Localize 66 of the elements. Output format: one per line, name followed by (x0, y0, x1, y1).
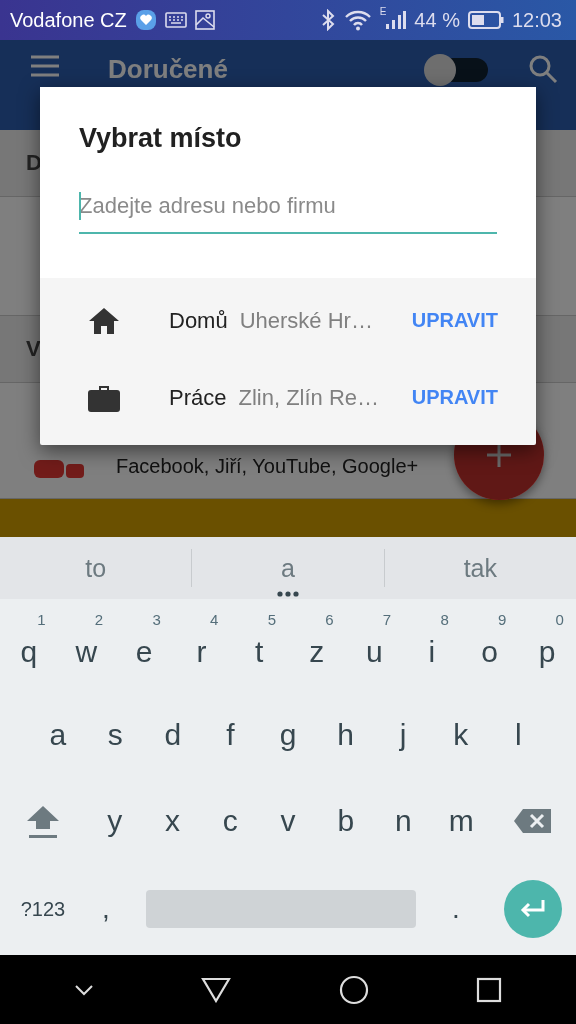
key[interactable]: m (432, 779, 491, 863)
suggestion[interactable]: to (0, 537, 192, 599)
key[interactable]: 1 q (0, 599, 58, 691)
key[interactable]: k (431, 691, 490, 779)
home-button-icon[interactable] (338, 974, 369, 1005)
signal-icon (384, 9, 407, 31)
keyboard-icon (164, 12, 187, 28)
section-letter: V (26, 336, 41, 362)
key[interactable]: n (374, 779, 433, 863)
key[interactable]: a (29, 691, 87, 779)
shift-icon (25, 803, 61, 839)
enter-icon (519, 898, 547, 920)
dialog-title: Vybrat místo (79, 123, 243, 154)
key[interactable]: b (316, 779, 375, 863)
briefcase-icon (88, 383, 120, 412)
suggestion[interactable]: tak (384, 537, 576, 599)
network-type: E (379, 6, 387, 17)
key[interactable]: c (201, 779, 260, 863)
key[interactable]: 0 p (518, 599, 576, 691)
key[interactable]: 4 r (172, 599, 231, 691)
back-icon[interactable] (201, 976, 232, 1003)
key[interactable]: 8 i (403, 599, 461, 691)
key[interactable]: 5 t (230, 599, 288, 691)
key[interactable]: j (374, 691, 432, 779)
key[interactable]: v (259, 779, 317, 863)
recents-icon[interactable] (476, 976, 503, 1003)
backspace-icon (513, 808, 554, 834)
search-icon[interactable] (528, 54, 558, 84)
battery-icon (467, 10, 504, 30)
list-text: Facebook, Jiří, YouTube, Google+ (116, 455, 419, 478)
key[interactable]: 7 u (345, 599, 404, 691)
carrier-name: Vodafone CZ (10, 8, 127, 32)
address-input-field[interactable]: Zadejte adresu nebo firmu (79, 193, 497, 219)
app-title: Doručené (108, 54, 228, 84)
period-key[interactable]: . (436, 892, 476, 926)
heart-app-icon (134, 9, 157, 31)
battery-percent: 44 % (414, 8, 460, 32)
section-letter: D (26, 150, 42, 176)
key[interactable]: g (259, 691, 317, 779)
place-address: Zlin, Zlín Re… (238, 384, 380, 411)
comma-key[interactable]: , (86, 892, 126, 926)
more-dots-icon[interactable] (277, 591, 299, 597)
symbols-key[interactable]: ?123 (0, 896, 86, 922)
enter-key[interactable] (504, 880, 562, 938)
key[interactable]: 9 o (460, 599, 519, 691)
place-label: Práce (169, 384, 227, 411)
image-icon (194, 10, 215, 30)
wifi-icon (343, 9, 372, 31)
key[interactable]: h (316, 691, 375, 779)
pin-toggle[interactable] (424, 54, 488, 86)
key[interactable]: l (489, 691, 548, 779)
place-label: Domů (169, 307, 228, 334)
key[interactable]: f (201, 691, 260, 779)
key[interactable]: y (86, 779, 144, 863)
key[interactable]: x (143, 779, 202, 863)
chevron-down-icon[interactable] (73, 983, 94, 996)
suggestion[interactable]: a (192, 537, 384, 599)
key[interactable]: s (86, 691, 145, 779)
place-address: Uherské Hr… (239, 307, 373, 334)
key[interactable]: 3 e (115, 599, 173, 691)
key[interactable]: d (144, 691, 202, 779)
clock: 12:03 (511, 8, 562, 32)
menu-icon[interactable] (30, 54, 60, 78)
key[interactable]: 6 z (287, 599, 346, 691)
key[interactable]: 2 w (57, 599, 116, 691)
home-icon (88, 306, 120, 335)
